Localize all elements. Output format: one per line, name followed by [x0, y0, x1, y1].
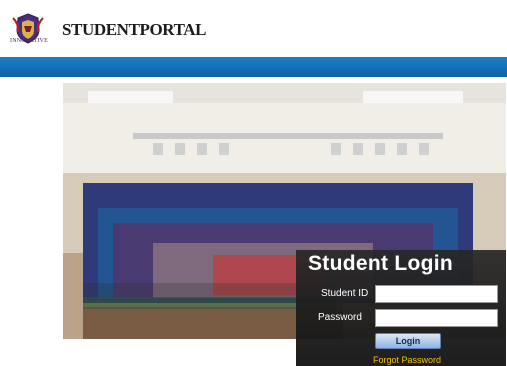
site-header: INNOVATIVE STUDENTPORTAL — [0, 0, 507, 56]
login-button[interactable]: Login — [375, 333, 441, 349]
student-id-input[interactable] — [375, 285, 498, 303]
page-title: STUDENTPORTAL — [62, 20, 207, 39]
logo-text: INNOVATIVE — [10, 38, 48, 44]
login-title: Student Login — [308, 252, 454, 275]
password-label: Password — [318, 312, 362, 323]
forgot-password-link[interactable]: Forgot Password — [373, 355, 441, 365]
nav-bar — [0, 57, 507, 77]
student-id-label: Student ID — [321, 288, 369, 299]
password-input[interactable] — [375, 309, 498, 327]
